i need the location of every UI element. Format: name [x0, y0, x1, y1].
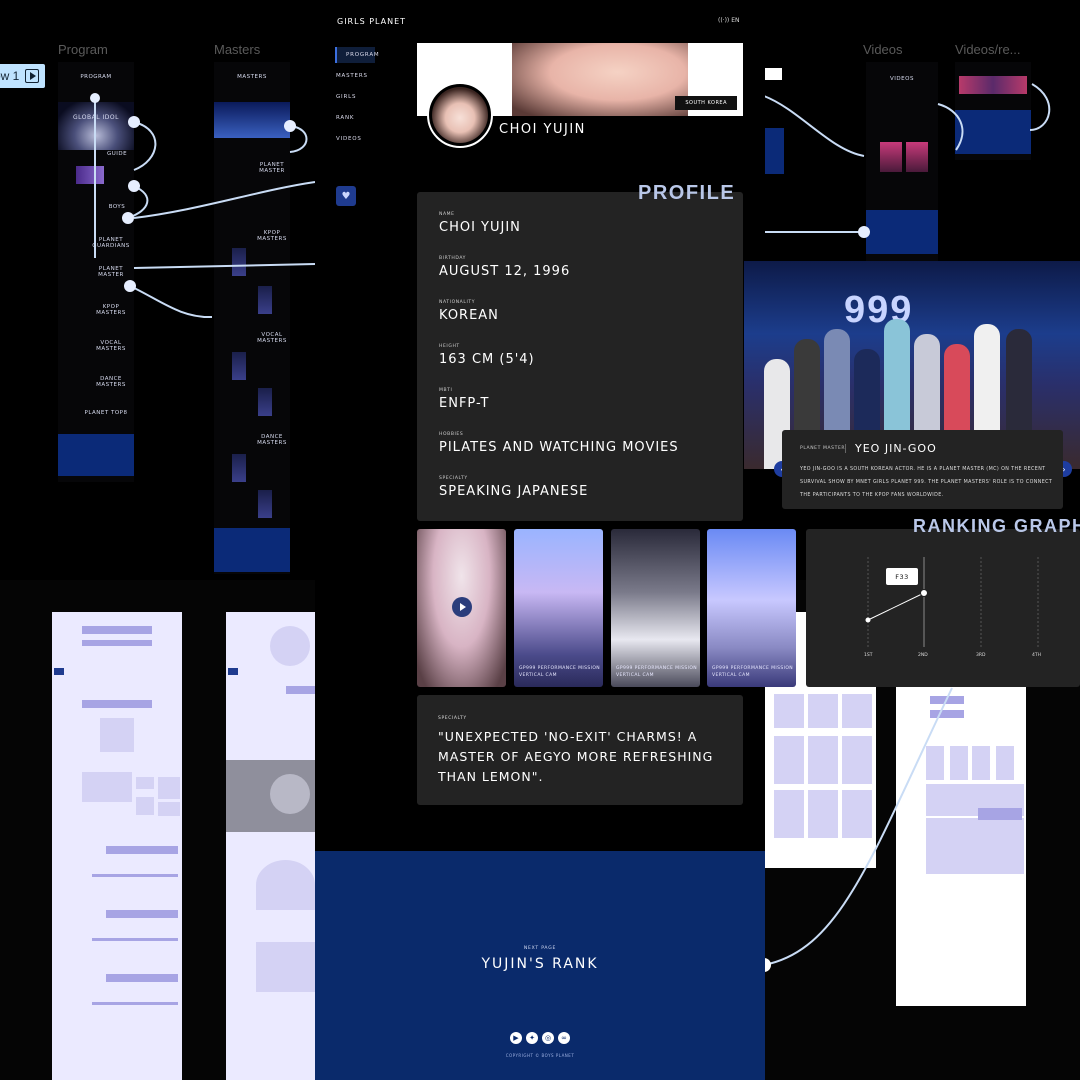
quote-label: SPECIALTY [438, 716, 467, 721]
rank-point-2nd[interactable] [920, 589, 928, 597]
connector-node[interactable] [90, 93, 100, 103]
connector-node[interactable] [128, 116, 140, 128]
profile-field-label: NAME [439, 212, 455, 217]
nav-item-masters[interactable]: MASTERS [336, 73, 368, 79]
video-caption: GP999 PERFORMANCE MISSION VERTICAL CAM [616, 666, 698, 678]
connector-path [763, 687, 953, 966]
profile-field-value: ENFP-T [439, 396, 490, 411]
nav-item-program[interactable]: PROGRAM [346, 52, 379, 58]
link-icon[interactable]: ∞ [558, 1032, 570, 1044]
profile-field-value: AUGUST 12, 1996 [439, 264, 571, 279]
hero-photo [512, 43, 688, 116]
profile-field-value: CHOI YUJIN [439, 220, 521, 235]
twitter-icon[interactable]: ✦ [526, 1032, 538, 1044]
connector-path [1029, 83, 1051, 131]
connector-path [129, 285, 213, 319]
rank-point-1st[interactable] [865, 617, 871, 623]
x-tick-1st: 1ST [864, 653, 873, 658]
profile-field-label: NATIONALITY [439, 300, 476, 305]
connector-node[interactable] [128, 180, 140, 192]
next-page-label: NEXT PAGE [523, 946, 557, 951]
video-thumb-4[interactable]: GP999 PERFORMANCE MISSION VERTICAL CAM [707, 529, 796, 687]
master-description: YEO JIN-GOO IS A SOUTH KOREAN ACTOR. HE … [800, 467, 1053, 498]
profile-avatar [427, 82, 493, 148]
connector-path [133, 121, 157, 171]
video-thumb-3[interactable]: GP999 PERFORMANCE MISSION VERTICAL CAM [611, 529, 700, 687]
instagram-icon[interactable]: ◎ [542, 1032, 554, 1044]
connector-node[interactable] [124, 280, 136, 292]
brand-logo[interactable]: GIRLS PLANET [337, 17, 406, 26]
language-label: EN [731, 17, 740, 24]
connector-path [133, 181, 316, 219]
profile-field-label: BIRTHDAY [439, 256, 467, 261]
next-page-title[interactable]: YUJIN'S RANK [315, 956, 765, 972]
connector-node[interactable] [122, 212, 134, 224]
video-thumb-1[interactable] [417, 529, 506, 687]
nav-item-girls[interactable]: GIRLS [336, 94, 356, 100]
play-icon[interactable] [452, 597, 472, 617]
contestant-name: CHOI YUJIN [499, 122, 586, 137]
language-switcher[interactable]: ((·)) EN [718, 17, 739, 24]
connector-path [133, 263, 316, 269]
profile-field-value: SPEAKING JAPANESE [439, 484, 589, 499]
country-badge: SOUTH KOREA [675, 96, 737, 110]
video-caption: GP999 PERFORMANCE MISSION VERTICAL CAM [712, 666, 794, 678]
connector-path [937, 103, 964, 151]
copyright-text: COPYRIGHT © BOYS PLANET [505, 1053, 575, 1058]
heart-icon: ♥ [341, 190, 351, 202]
master-name: YEO JIN-GOO [855, 442, 937, 455]
profile-field-label: HOBBIES [439, 432, 464, 437]
x-tick-3rd: 3RD [976, 653, 986, 658]
connector-node[interactable] [858, 226, 870, 238]
master-role: PLANET MASTER [800, 446, 846, 451]
connector-node[interactable] [284, 120, 296, 132]
master-info-card: PLANET MASTER YEO JIN-GOO YEO JIN-GOO IS… [782, 430, 1063, 509]
x-tick-4th: 4TH [1032, 653, 1041, 658]
nav-item-rank[interactable]: RANK [336, 115, 354, 121]
profile-field-value: PILATES AND WATCHING MOVIES [439, 440, 679, 455]
youtube-icon[interactable]: ▶ [510, 1032, 522, 1044]
profile-section-title: PROFILE [638, 182, 736, 204]
rank-badge: F33 [886, 568, 918, 585]
connector-path [763, 95, 865, 157]
x-tick-2nd: 2ND [918, 653, 928, 658]
video-caption: GP999 PERFORMANCE MISSION VERTICAL CAM [519, 666, 601, 678]
quote-text: "UNEXPECTED 'NO-EXIT' CHARMS! A MASTER O… [438, 729, 714, 784]
ranking-chart [865, 557, 1039, 647]
profile-field-label: MBTI [439, 388, 453, 393]
video-thumb-2[interactable]: GP999 PERFORMANCE MISSION VERTICAL CAM [514, 529, 603, 687]
profile-field-value: KOREAN [439, 308, 499, 323]
vote-heart-button[interactable]: ♥ [336, 186, 356, 206]
nav-item-videos[interactable]: VIDEOS [336, 136, 362, 142]
profile-field-label: HEIGHT [439, 344, 460, 349]
rank-series-line [867, 592, 925, 621]
next-page-section[interactable]: NEXT PAGE YUJIN'S RANK ▶ ✦ ◎ ∞ COPYRIGHT… [315, 851, 765, 1080]
profile-field-label: SPECIALTY [439, 476, 468, 481]
profile-field-value: 163 CM (5'4) [439, 352, 535, 367]
